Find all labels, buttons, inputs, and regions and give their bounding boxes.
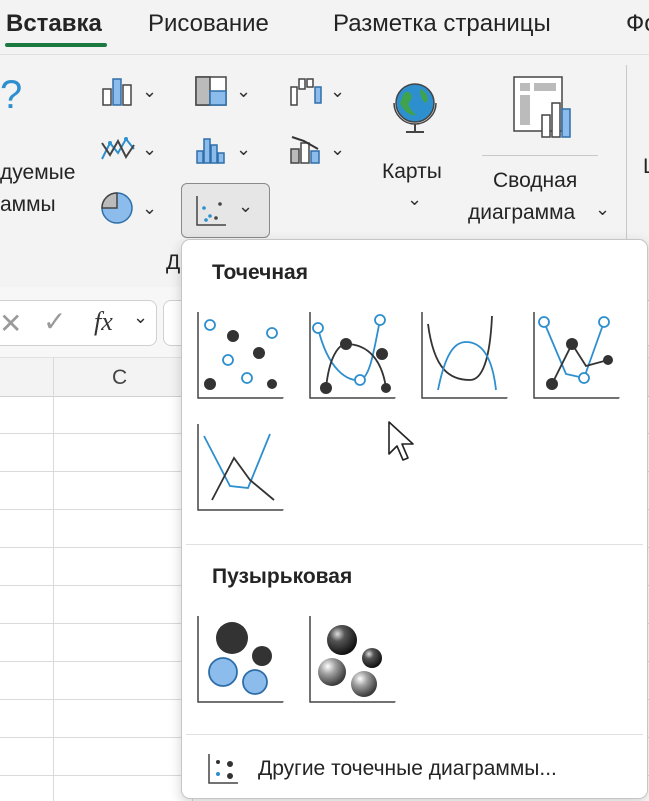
scatter-chart-icon (208, 754, 238, 784)
ribbon-group-separator (626, 65, 627, 245)
tab-page-layout[interactable]: Разметка страницы (333, 10, 551, 38)
recommended-charts-label-line2[interactable]: аммы (0, 193, 56, 217)
combo-chart-icon (290, 136, 320, 164)
chevron-down-icon: ⌄ (142, 138, 158, 159)
more-scatter-charts-label: Другие точечные диаграммы... (258, 757, 557, 780)
treemap-chart-icon (195, 76, 227, 106)
active-tab-indicator (5, 43, 107, 47)
chevron-down-icon: ⌄ (238, 196, 254, 216)
chevron-down-icon: ⌄ (236, 80, 252, 101)
tab-insert[interactable]: Вставка (6, 10, 102, 38)
maps-button[interactable]: Карты (382, 160, 442, 184)
scatter-section-title: Точечная (212, 261, 308, 284)
pivot-divider (482, 155, 598, 156)
scatter-chart-gallery: Точечная Пузырьковая Другие точечные диа… (181, 239, 648, 799)
pivot-chart-label-line1[interactable]: Сводная (493, 169, 577, 193)
pivot-chart-label-line2[interactable]: диаграмма (468, 201, 575, 225)
chevron-down-icon: ⌄ (236, 138, 252, 159)
gallery-divider (186, 544, 643, 545)
line-chart-button[interactable]: ⌄ (100, 133, 157, 165)
ribbon-next-group-partial: Ш (643, 155, 649, 179)
scatter-chart-icon (196, 196, 226, 226)
waterfall-chart-icon (290, 78, 322, 106)
histogram-chart-icon (196, 138, 225, 164)
chevron-down-icon[interactable]: ⌄ (133, 307, 148, 328)
recommended-charts-label-line1[interactable]: дуемые (0, 161, 75, 185)
chevron-down-icon: ⌄ (330, 138, 346, 159)
chevron-down-icon: ⌄ (142, 197, 158, 218)
cancel-icon[interactable]: ✕ (0, 307, 22, 340)
enter-icon[interactable]: ✓ (43, 305, 66, 338)
gallery-divider (186, 734, 643, 735)
formula-controls: ✕ ✓ fx ⌄ (0, 300, 157, 346)
ribbon-group-label: Д (166, 251, 181, 274)
pie-chart-button[interactable]: ⌄ (100, 191, 157, 225)
scatter-smooth-lines-option[interactable] (420, 310, 508, 400)
scatter-smooth-lines-markers-option[interactable] (308, 310, 396, 400)
globe-icon (393, 83, 437, 133)
scatter-straight-lines-markers-option[interactable] (532, 310, 620, 400)
pivot-chart-icon (513, 76, 571, 138)
mouse-cursor-icon (388, 421, 414, 461)
column-header-c[interactable]: C (112, 366, 127, 390)
waterfall-chart-button[interactable]: ⌄ (288, 75, 345, 107)
scatter-straight-lines-option[interactable] (196, 422, 284, 512)
chevron-down-icon[interactable]: ⌄ (407, 189, 422, 210)
chevron-down-icon: ⌄ (142, 80, 158, 101)
chevron-down-icon[interactable]: ⌄ (595, 199, 610, 220)
statistic-chart-button[interactable]: ⌄ (194, 133, 251, 165)
column-chart-icon (102, 78, 132, 106)
scatter-chart-button[interactable]: ⌄ (181, 183, 270, 238)
tab-draw[interactable]: Рисование (148, 10, 269, 38)
scatter-markers-option[interactable] (196, 310, 284, 400)
ribbon-tab-bar: Вставка Рисование Разметка страницы Фо (0, 0, 649, 55)
column-chart-button[interactable]: ⌄ (100, 75, 157, 107)
bubble-section-title: Пузырьковая (212, 565, 353, 588)
insert-function-button[interactable]: fx (94, 307, 113, 337)
chevron-down-icon: ⌄ (330, 80, 346, 101)
recommended-charts-icon: ? (0, 73, 23, 117)
tab-formulas[interactable]: Фо (626, 10, 649, 38)
combo-chart-button[interactable]: ⌄ (288, 133, 345, 165)
line-chart-icon (101, 137, 135, 160)
bubble-option[interactable] (196, 614, 284, 704)
pie-chart-icon (101, 192, 133, 224)
hierarchy-chart-button[interactable]: ⌄ (194, 75, 251, 107)
bubble-3d-option[interactable] (308, 614, 396, 704)
more-scatter-charts-item[interactable]: Другие точечные диаграммы... (206, 750, 636, 790)
